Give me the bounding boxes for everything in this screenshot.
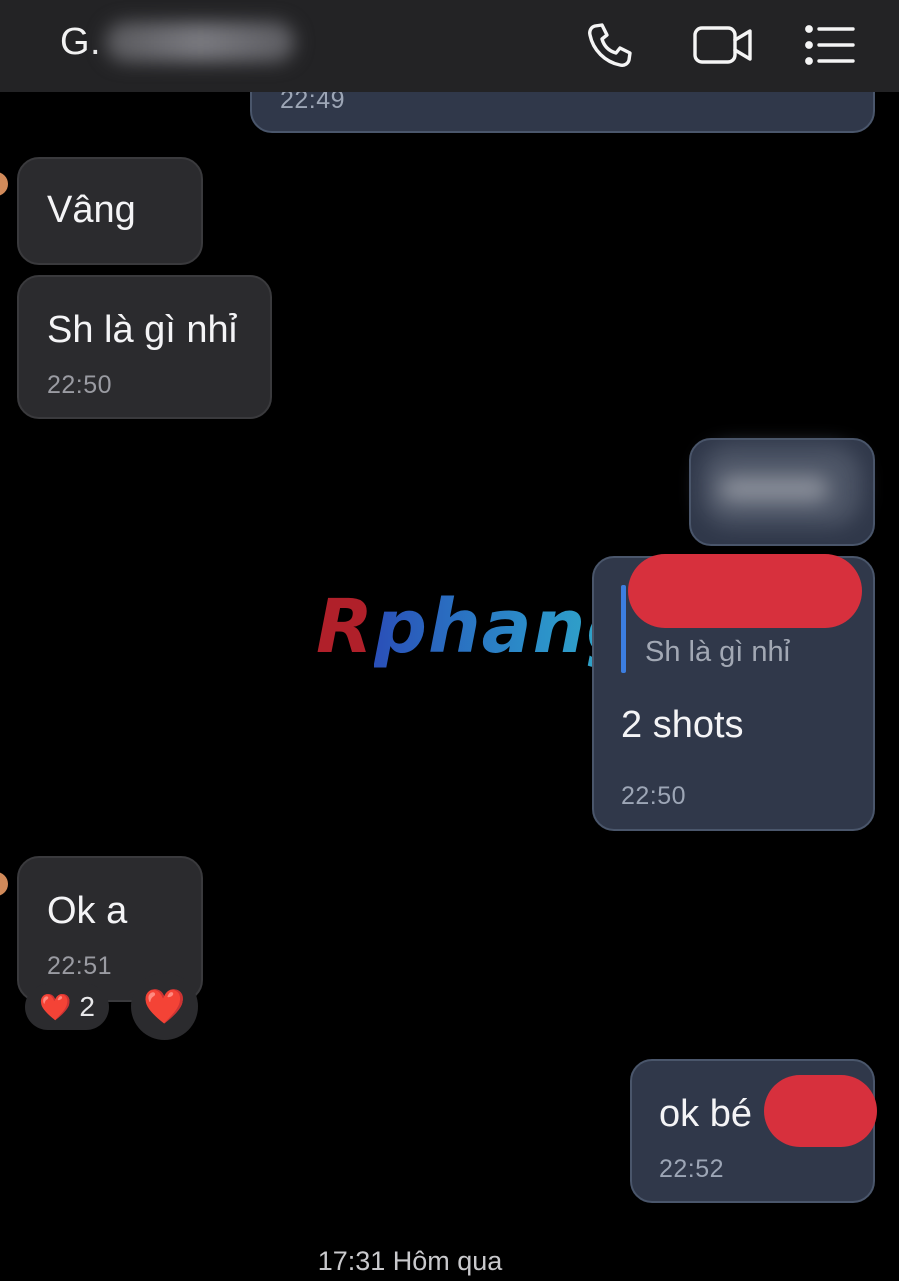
- message-bubble-incoming[interactable]: Vâng: [17, 157, 203, 265]
- message-text: Ok a: [47, 890, 128, 932]
- message-text: 2 shots: [621, 704, 744, 746]
- message-time: 22:50: [47, 371, 113, 399]
- reaction-count: 2: [79, 991, 95, 1022]
- message-text: ok bé: [659, 1093, 752, 1135]
- message-time: 22:52: [659, 1155, 725, 1183]
- react-heart-button[interactable]: ❤️: [131, 973, 198, 1040]
- heart-icon: ❤️: [143, 987, 186, 1026]
- blurred-name: [105, 22, 296, 62]
- avatar[interactable]: [0, 172, 8, 196]
- date-separator: 17:31 Hôm qua: [317, 1246, 503, 1276]
- phone-icon[interactable]: [583, 18, 637, 72]
- avatar[interactable]: [0, 872, 8, 896]
- chat-header: G.: [0, 0, 899, 92]
- reaction-summary[interactable]: ❤️ 2: [25, 984, 109, 1030]
- contact-name[interactable]: G.: [60, 18, 296, 66]
- heart-icon: ❤️: [39, 991, 72, 1022]
- message-time: 22:50: [621, 782, 687, 810]
- redacted-name: [764, 1075, 877, 1147]
- contact-name-text: G.: [60, 20, 102, 63]
- quoted-message-text: Sh là gì nhỉ: [645, 636, 791, 668]
- message-bubble-outgoing[interactable]: ok bé 22:52: [630, 1059, 877, 1203]
- message-text: Sh là gì nhỉ: [47, 309, 238, 351]
- message-bubble-incoming[interactable]: Sh là gì nhỉ 22:50: [17, 275, 272, 419]
- blurred-message-text: [719, 476, 829, 502]
- list-menu-icon[interactable]: [803, 18, 857, 72]
- video-camera-icon[interactable]: [690, 18, 756, 72]
- message-bubble-outgoing-blurred[interactable]: [689, 438, 875, 546]
- message-time: 22:51: [47, 952, 113, 980]
- quote-bar: [621, 585, 626, 673]
- redacted-quote-author: [628, 554, 862, 628]
- message-text: Vâng: [47, 189, 136, 231]
- message-bubble-outgoing-reply[interactable]: Sh là gì nhỉ 2 shots 22:50: [592, 554, 875, 831]
